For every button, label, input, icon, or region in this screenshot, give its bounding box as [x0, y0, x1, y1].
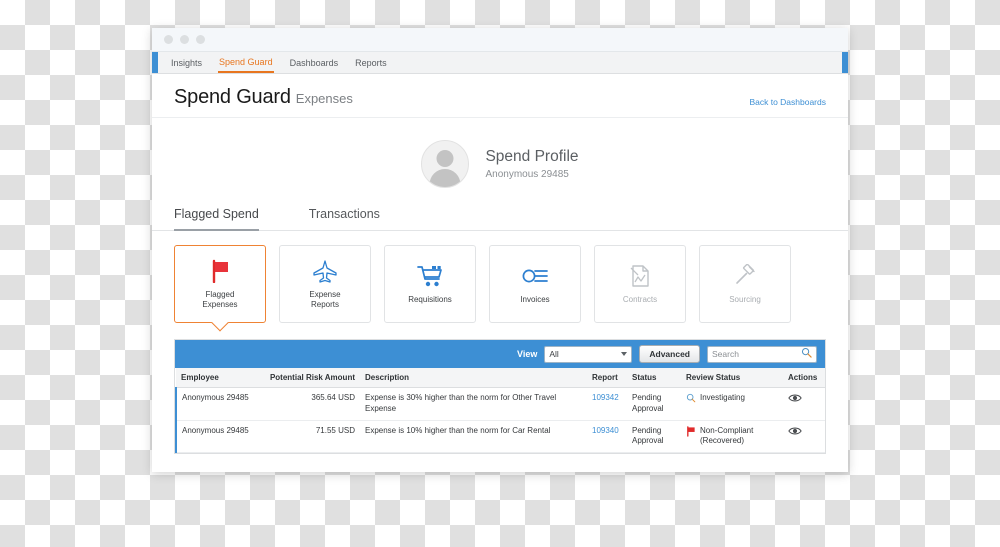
review-status-text: Investigating: [700, 393, 745, 402]
window-maximize-dot[interactable]: [196, 35, 205, 44]
eye-icon[interactable]: [788, 394, 802, 405]
card-label: Sourcing: [729, 294, 761, 304]
table-row[interactable]: Anonymous 29485 71.55 USD Expense is 10%…: [175, 420, 825, 454]
chevron-down-icon: [621, 352, 628, 356]
airplane-icon: [312, 258, 338, 284]
cell-status: Pending Approval: [627, 387, 681, 421]
gavel-icon: [733, 263, 757, 289]
report-link[interactable]: 109340: [592, 426, 619, 435]
advanced-button[interactable]: Advanced: [639, 345, 700, 363]
nav-item-list: Insights Spend Guard Dashboards Reports: [158, 52, 842, 73]
profile-name: Spend Profile: [485, 148, 579, 165]
column-header-actions: Actions: [783, 368, 825, 388]
table-header-row: Employee Potential Risk Amount Descripti…: [176, 368, 825, 388]
cell-report: 109340: [587, 420, 627, 454]
view-label: View: [517, 349, 538, 359]
invoice-icon: [521, 263, 549, 289]
flag-icon: [209, 258, 231, 284]
column-header-potential-risk-amount[interactable]: Potential Risk Amount: [254, 368, 360, 388]
card-label: Contracts: [622, 294, 658, 304]
tab-transactions[interactable]: Transactions: [309, 207, 380, 231]
cell-potential-risk-amount: 71.55 USD: [254, 420, 360, 454]
cell-actions: [783, 420, 825, 454]
cell-employee: Anonymous 29485: [175, 387, 254, 421]
nav-item-dashboards[interactable]: Dashboards: [289, 52, 340, 73]
cell-description: Expense is 10% higher than the norm for …: [360, 420, 587, 454]
person-avatar-icon: [421, 140, 470, 188]
cell-actions: [783, 387, 825, 421]
page-title: Spend Guard: [174, 86, 291, 108]
search-input[interactable]: Search: [707, 345, 817, 363]
shopping-cart-icon: [416, 263, 444, 289]
avatar-head-shape: [436, 150, 454, 167]
page-header: Spend Guard Expenses Back to Dashboards: [152, 74, 848, 118]
card-sourcing[interactable]: Sourcing: [699, 245, 791, 323]
report-link[interactable]: 109342: [592, 393, 619, 402]
card-requisitions[interactable]: Requisitions: [384, 245, 476, 323]
nav-item-insights[interactable]: Insights: [170, 52, 203, 73]
nav-right-accent-bar: [842, 52, 848, 73]
avatar-body-shape: [429, 169, 461, 187]
column-header-status[interactable]: Status: [627, 368, 681, 388]
page-subtitle: Expenses: [295, 91, 353, 106]
view-dropdown[interactable]: All: [544, 345, 633, 363]
nav-item-reports[interactable]: Reports: [354, 52, 388, 73]
cell-report: 109342: [587, 387, 627, 421]
column-header-review-status[interactable]: Review Status: [681, 368, 783, 388]
window-minimize-dot[interactable]: [180, 35, 189, 44]
card-invoices[interactable]: Invoices: [489, 245, 581, 323]
nav-item-spend-guard[interactable]: Spend Guard: [218, 52, 274, 73]
table-header: Employee Potential Risk Amount Descripti…: [176, 368, 825, 388]
card-label: Flagged Expenses: [202, 289, 238, 309]
back-to-dashboards-link[interactable]: Back to Dashboards: [749, 97, 826, 107]
card-contracts[interactable]: Contracts: [594, 245, 686, 323]
section-tabs: Flagged Spend Transactions: [152, 206, 848, 231]
table-body: Anonymous 29485 365.64 USD Expense is 30…: [175, 387, 825, 454]
category-card-row: Flagged Expenses Expense Reports Requisi…: [152, 231, 848, 327]
card-label: Expense Reports: [309, 289, 341, 309]
window-titlebar: [152, 28, 848, 52]
profile-text-block: Spend Profile Anonymous 29485: [485, 148, 578, 180]
cell-potential-risk-amount: 365.64 USD: [254, 387, 360, 421]
column-header-report[interactable]: Report: [587, 368, 627, 388]
top-navigation-bar: Insights Spend Guard Dashboards Reports: [152, 52, 848, 74]
column-header-employee[interactable]: Employee: [176, 368, 254, 388]
column-header-description[interactable]: Description: [360, 368, 587, 388]
view-dropdown-value: All: [549, 349, 559, 359]
red-flag-icon: [686, 425, 696, 441]
cell-review-status: Non-Compliant (Recovered): [681, 420, 783, 454]
table-toolbar: View All Advanced Search: [175, 340, 825, 368]
flagged-expenses-table: Employee Potential Risk Amount Descripti…: [175, 368, 825, 454]
results-table-block: View All Advanced Search Employee Potent…: [174, 339, 826, 455]
magnifier-icon[interactable]: [801, 345, 812, 363]
advanced-button-label: Advanced: [649, 349, 690, 359]
card-expense-reports[interactable]: Expense Reports: [279, 245, 371, 323]
search-placeholder: Search: [712, 349, 739, 359]
cell-review-status: Investigating: [681, 387, 783, 421]
cell-description: Expense is 30% higher than the norm for …: [360, 387, 587, 421]
contract-document-icon: [629, 263, 651, 289]
window-close-dot[interactable]: [164, 35, 173, 44]
review-status-text: Non-Compliant (Recovered): [700, 425, 754, 446]
table-row[interactable]: Anonymous 29485 365.64 USD Expense is 30…: [175, 387, 825, 421]
cell-status: Pending Approval: [627, 420, 681, 454]
card-label: Requisitions: [408, 294, 452, 304]
spend-profile-section: Spend Profile Anonymous 29485: [152, 118, 848, 206]
card-label: Invoices: [520, 294, 550, 304]
browser-window: Insights Spend Guard Dashboards Reports …: [152, 28, 848, 472]
profile-identifier: Anonymous 29485: [485, 169, 569, 180]
eye-icon[interactable]: [788, 427, 802, 438]
magnifier-icon: [686, 393, 696, 407]
card-flagged-expenses[interactable]: Flagged Expenses: [174, 245, 266, 323]
cell-employee: Anonymous 29485: [175, 420, 254, 454]
tab-flagged-spend[interactable]: Flagged Spend: [174, 207, 259, 231]
